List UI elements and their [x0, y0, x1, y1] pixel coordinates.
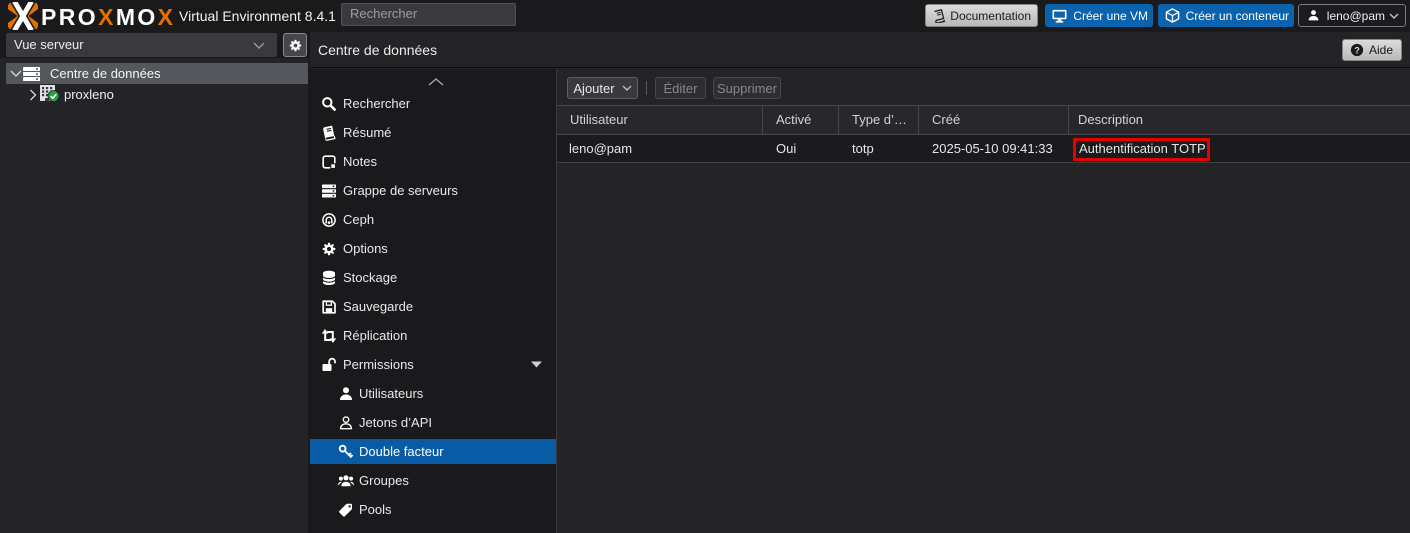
svg-text:?: ?	[1354, 46, 1360, 56]
